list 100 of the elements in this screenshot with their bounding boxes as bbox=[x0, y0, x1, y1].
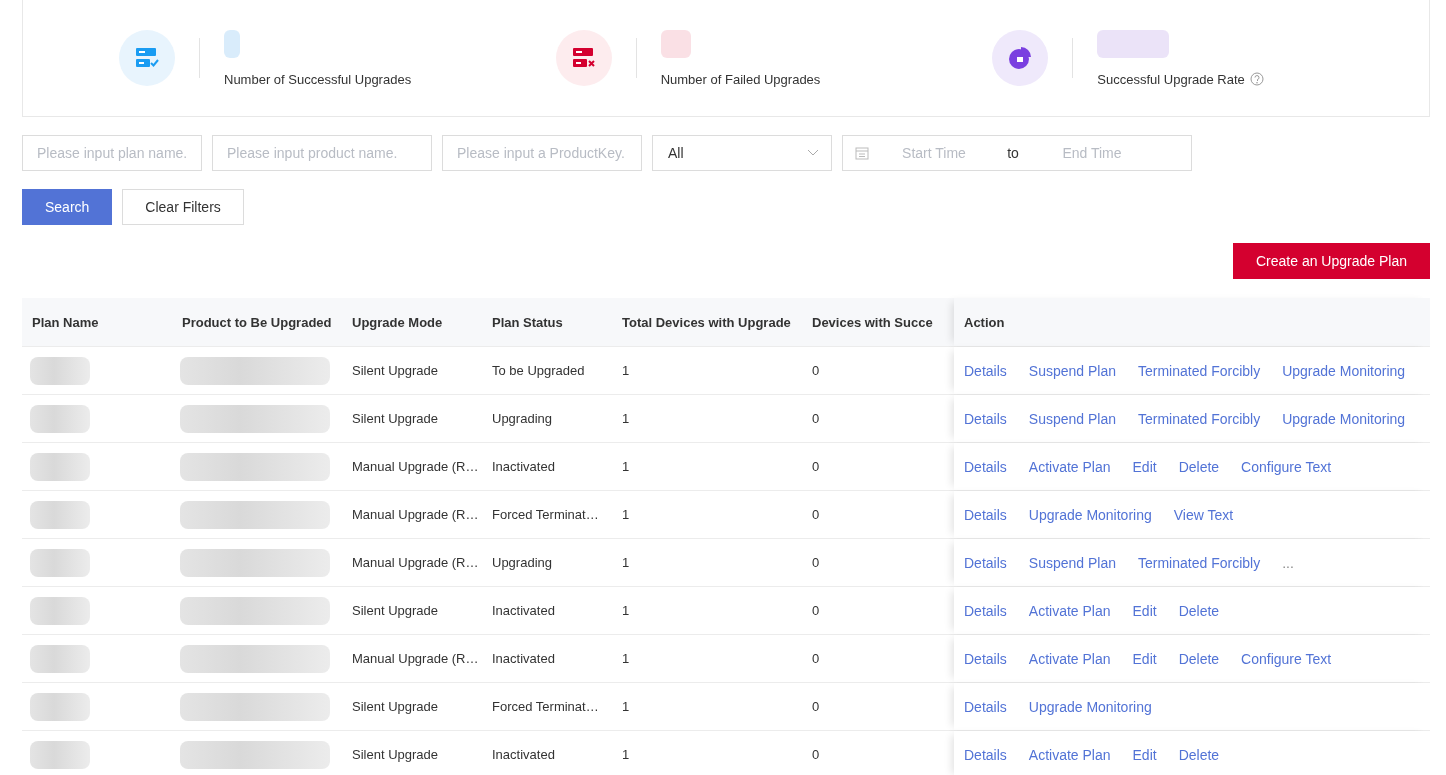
table-cell-text: 1 bbox=[621, 747, 631, 762]
action-link[interactable]: Terminated Forcibly bbox=[1138, 362, 1261, 379]
action-link[interactable]: Configure Text bbox=[1241, 458, 1332, 475]
table-cell-text: Silent Upgrade bbox=[351, 747, 439, 762]
blurred-value bbox=[660, 29, 691, 58]
table-cell-text: Manual Upgrade (R… bbox=[351, 507, 480, 522]
action-link[interactable]: Edit bbox=[1132, 458, 1157, 475]
table-cell-text: 1 bbox=[621, 651, 631, 666]
table-cell-text: 0 bbox=[811, 459, 821, 474]
action-link[interactable]: Terminated Forcibly bbox=[1138, 410, 1261, 427]
clear-filters-button[interactable]: Clear Filters bbox=[122, 189, 244, 225]
table-cell-text: Upgrading bbox=[491, 411, 553, 426]
action-link[interactable]: Details bbox=[964, 746, 1007, 763]
blurred-cell bbox=[30, 740, 90, 769]
action-link[interactable]: Details bbox=[964, 698, 1007, 715]
action-link[interactable]: Edit bbox=[1132, 746, 1157, 763]
date-range-field[interactable]: Start Time to End Time bbox=[842, 135, 1192, 171]
table-cell-text: Silent Upgrade bbox=[351, 699, 439, 714]
table-cell-text: 1 bbox=[621, 411, 631, 426]
action-link[interactable]: Upgrade Monitoring bbox=[1028, 506, 1152, 523]
action-link[interactable]: Delete bbox=[1178, 746, 1220, 763]
plan-name-field[interactable]: Please input plan name. bbox=[22, 135, 202, 171]
table-cell-text: 1 bbox=[621, 507, 631, 522]
blurred-cell bbox=[30, 500, 90, 529]
table-cell-text: Inactivated bbox=[491, 747, 556, 762]
action-link[interactable]: Activate Plan bbox=[1028, 650, 1111, 667]
stat-label: Successful Upgrade Rate bbox=[1097, 71, 1245, 87]
blurred-cell bbox=[30, 692, 90, 721]
table-cell-text: 0 bbox=[811, 747, 821, 762]
blurred-cell bbox=[30, 548, 90, 577]
action-link[interactable]: Edit bbox=[1132, 602, 1157, 619]
more-link[interactable]: ... bbox=[1282, 554, 1294, 571]
end-time-placeholder: End Time bbox=[1061, 145, 1123, 161]
action-link[interactable]: Suspend Plan bbox=[1028, 554, 1116, 571]
table-cell-text: 1 bbox=[621, 459, 631, 474]
action-link[interactable]: Upgrade Monitoring bbox=[1282, 410, 1406, 427]
action-link[interactable]: Details bbox=[964, 410, 1007, 427]
column-header: Plan Name bbox=[31, 314, 100, 330]
help-icon[interactable] bbox=[1249, 72, 1264, 86]
action-link[interactable]: Delete bbox=[1178, 602, 1220, 619]
table-cell-text: Silent Upgrade bbox=[351, 363, 439, 378]
table-cell-text: Inactivated bbox=[491, 603, 556, 618]
table-cell-text: Manual Upgrade (R… bbox=[351, 651, 480, 666]
action-link[interactable]: Edit bbox=[1132, 650, 1157, 667]
table-cell-text: 1 bbox=[621, 555, 631, 570]
column-header: Action bbox=[964, 314, 1005, 330]
blurred-cell bbox=[30, 596, 90, 625]
action-link[interactable]: Details bbox=[964, 554, 1007, 571]
action-link[interactable]: Upgrade Monitoring bbox=[1282, 362, 1406, 379]
action-link[interactable]: Details bbox=[964, 602, 1007, 619]
table-cell-text: To be Upgraded bbox=[491, 363, 586, 378]
table-cell-text: 0 bbox=[811, 363, 821, 378]
blurred-cell bbox=[30, 356, 90, 385]
search-button[interactable]: Search bbox=[22, 189, 113, 225]
table-cell-text: 0 bbox=[811, 651, 821, 666]
action-link[interactable]: Details bbox=[964, 650, 1007, 667]
blurred-value bbox=[224, 29, 240, 58]
action-link[interactable]: Delete bbox=[1178, 650, 1220, 667]
create-plan-button[interactable]: Create an Upgrade Plan bbox=[1233, 243, 1430, 279]
table-cell-text: 0 bbox=[811, 411, 821, 426]
column-header: Devices with Succe bbox=[811, 314, 934, 330]
product-key-field[interactable]: Please input a ProductKey. bbox=[442, 135, 642, 171]
table-cell-text: Manual Upgrade (R… bbox=[351, 459, 480, 474]
column-header: Total Devices with Upgrade bbox=[621, 314, 792, 330]
action-link[interactable]: View Text bbox=[1173, 506, 1234, 523]
action-link[interactable]: Delete bbox=[1178, 458, 1220, 475]
table-cell-text: Upgrading bbox=[491, 555, 553, 570]
table-cell-text: 0 bbox=[811, 699, 821, 714]
action-link[interactable]: Activate Plan bbox=[1028, 458, 1111, 475]
action-link[interactable]: Details bbox=[964, 458, 1007, 475]
calendar-icon bbox=[855, 146, 869, 160]
table-cell-text: Forced Terminat… bbox=[491, 699, 600, 714]
action-link[interactable]: Activate Plan bbox=[1028, 602, 1111, 619]
column-header: Upgrade Mode bbox=[351, 314, 444, 330]
table-cell-text: 0 bbox=[811, 603, 821, 618]
table-cell-text: Inactivated bbox=[491, 459, 556, 474]
action-link[interactable]: Suspend Plan bbox=[1028, 362, 1116, 379]
table-cell-text: 0 bbox=[811, 555, 821, 570]
start-time-placeholder: Start Time bbox=[901, 145, 967, 161]
table-cell-text: 1 bbox=[621, 699, 631, 714]
action-link[interactable]: Activate Plan bbox=[1028, 746, 1111, 763]
table-cell-text: Silent Upgrade bbox=[351, 603, 439, 618]
action-link[interactable]: Upgrade Monitoring bbox=[1028, 698, 1152, 715]
blurred-cell bbox=[30, 452, 90, 481]
product-name-field[interactable]: Please input product name. bbox=[212, 135, 432, 171]
stat-label: Number of Successful Upgrades bbox=[224, 71, 412, 87]
table-cell-text: Inactivated bbox=[491, 651, 556, 666]
status-select[interactable]: All bbox=[652, 135, 832, 171]
table-cell-text: 1 bbox=[621, 363, 631, 378]
action-link[interactable]: Details bbox=[964, 362, 1007, 379]
blurred-cell bbox=[30, 404, 90, 433]
table-cell-text: Silent Upgrade bbox=[351, 411, 439, 426]
chevron-down-icon bbox=[807, 149, 819, 157]
blurred-cell bbox=[30, 644, 90, 673]
table-cell-text: 0 bbox=[811, 507, 821, 522]
to-label: to bbox=[1006, 145, 1020, 161]
action-link[interactable]: Details bbox=[964, 506, 1007, 523]
action-link[interactable]: Terminated Forcibly bbox=[1138, 554, 1261, 571]
action-link[interactable]: Suspend Plan bbox=[1028, 410, 1116, 427]
action-link[interactable]: Configure Text bbox=[1241, 650, 1332, 667]
